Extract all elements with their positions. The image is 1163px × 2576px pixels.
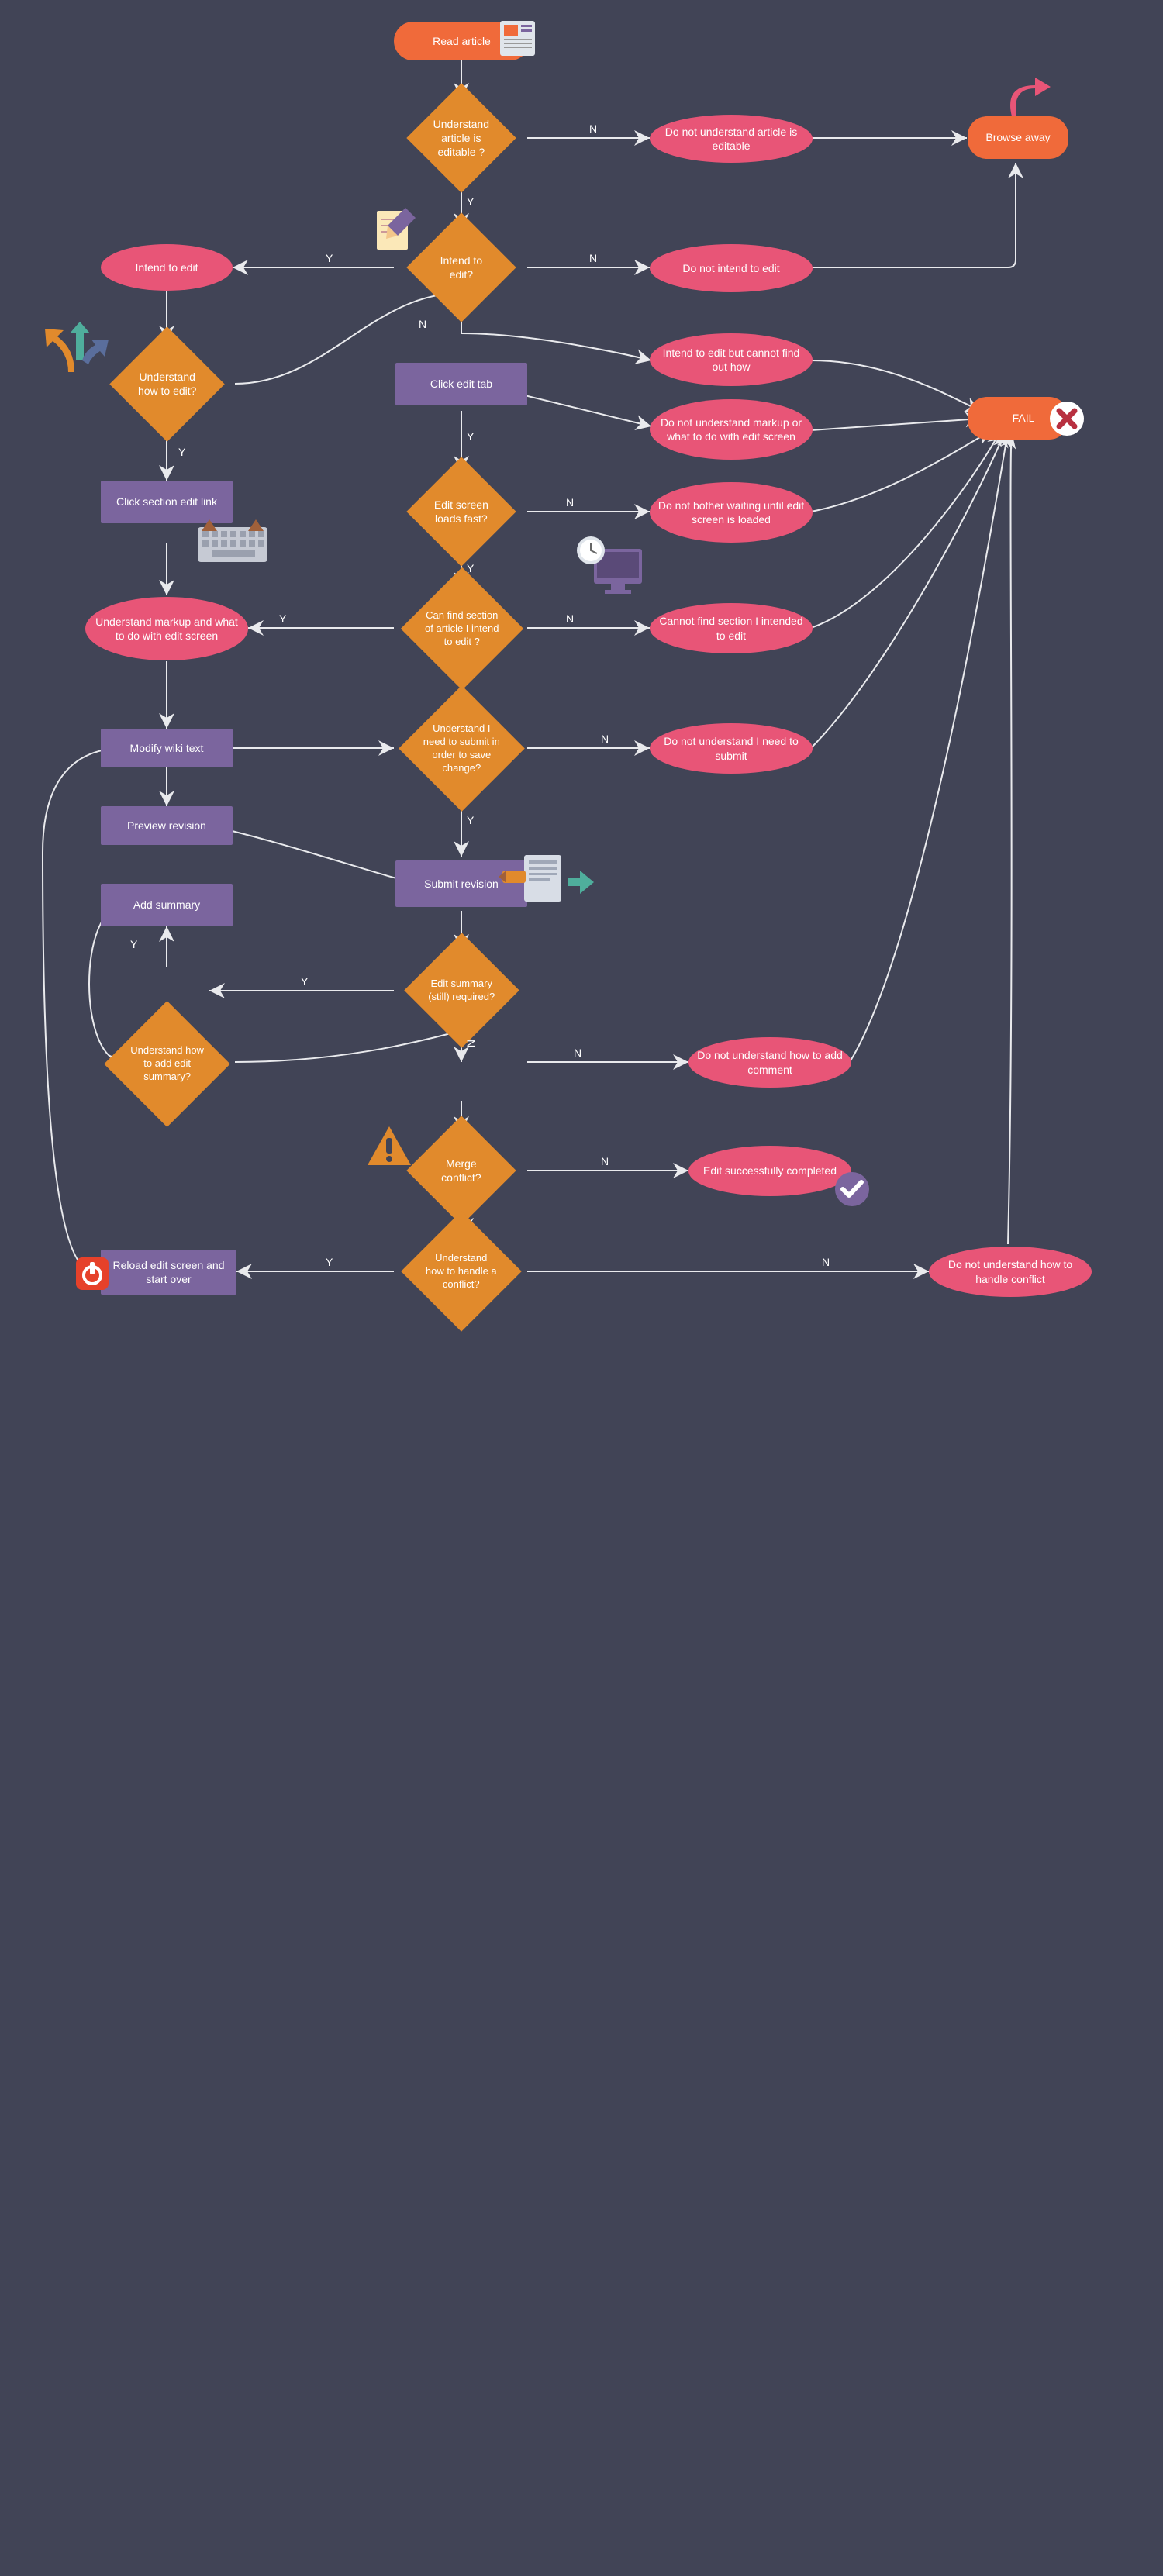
node-add-summary: Add summary (101, 884, 233, 926)
node-modify-wiki: Modify wiki text (101, 729, 233, 767)
node-not-understand-markup: Do not understand markup or what to do w… (650, 399, 813, 460)
node-not-intend-edit: Do not intend to edit (650, 244, 813, 292)
node-browse-away: Browse away (968, 116, 1068, 159)
node-click-edit-tab: Click edit tab (395, 363, 527, 405)
node-edit-completed: Edit successfully completed (688, 1146, 851, 1196)
node-not-understand-comment: Do not understand how to add comment (688, 1037, 851, 1088)
node-intend-cannot: Intend to edit but cannot find out how (650, 333, 813, 386)
node-intend-edit: Intend to edit (101, 244, 233, 291)
node-preview-revision: Preview revision (101, 806, 233, 845)
node-not-understand-submit: Do not understand I need to submit (650, 723, 813, 774)
node-not-bother-wait: Do not bother waiting until edit screen … (650, 482, 813, 543)
label-n: N (589, 122, 597, 135)
node-cannot-find-section: Cannot find section I intended to edit (650, 603, 813, 653)
node-understand-markup: Understand markup and what to do with ed… (85, 597, 248, 660)
node-not-understand-editable: Do not understand article is editable (650, 115, 813, 163)
